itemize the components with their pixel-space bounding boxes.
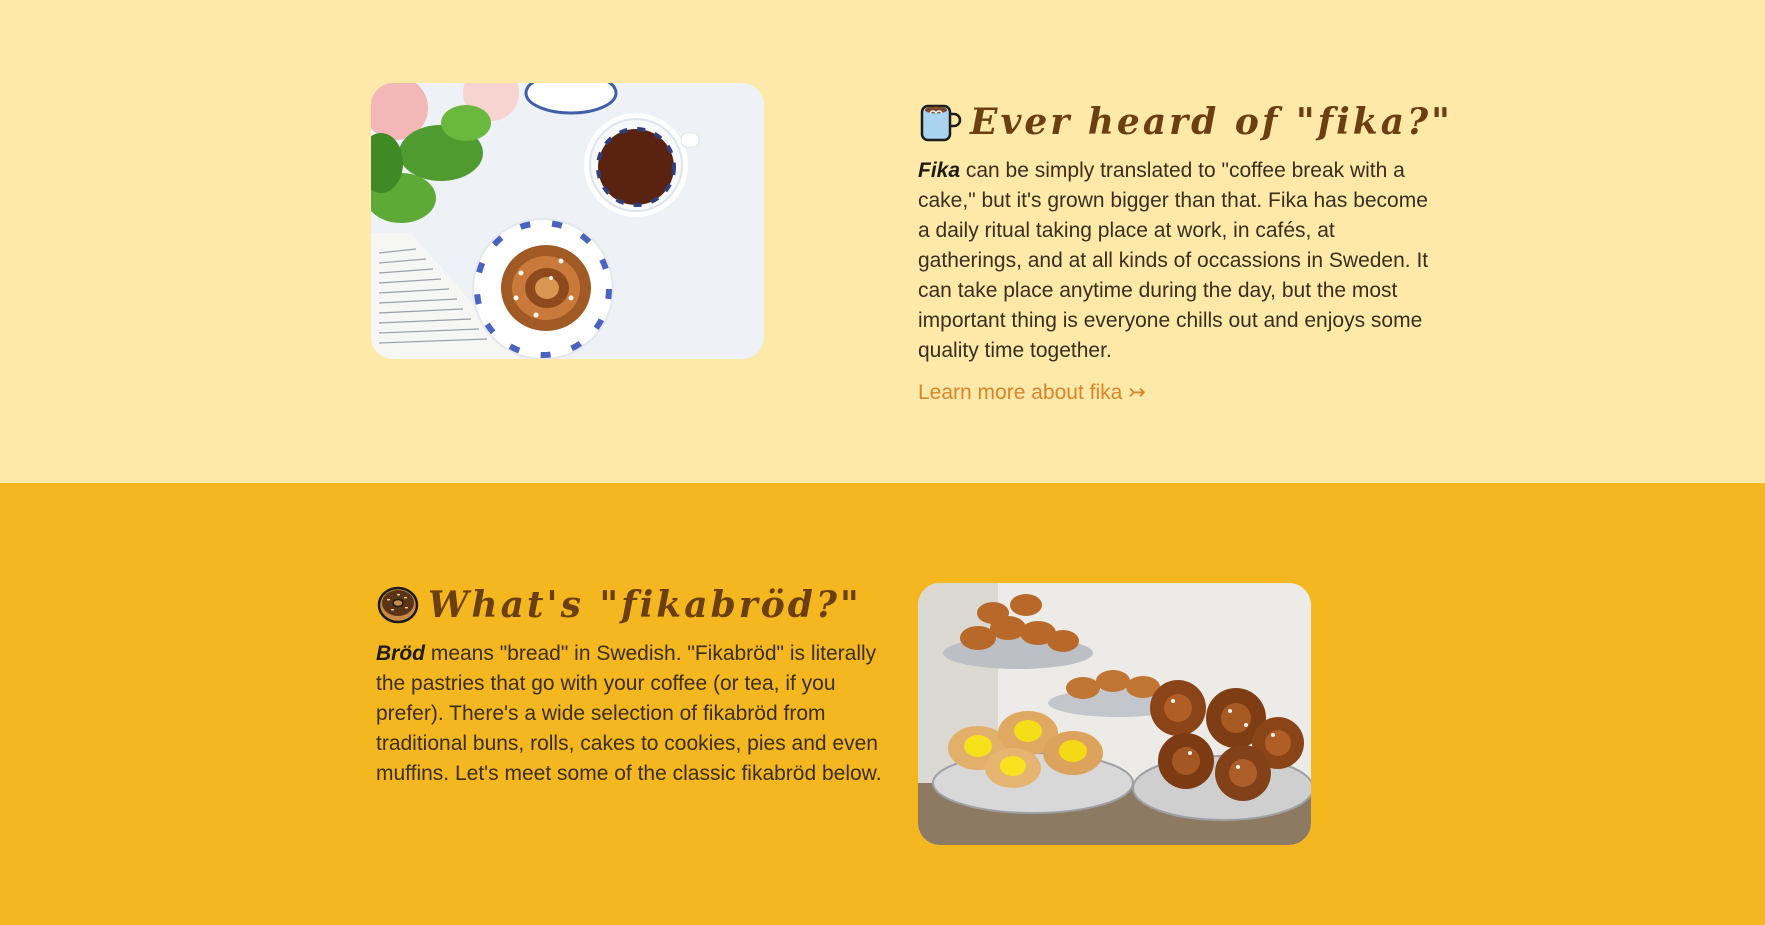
learn-more-fika-link[interactable]: Learn more about fika ↣ — [918, 380, 1146, 405]
fika-description: Fika can be simply translated to "coffee… — [918, 156, 1438, 366]
fikabrod-text-block: What's "fikabröd?" Bröd means "bread" in… — [376, 583, 896, 789]
fikabrod-title: What's "fikabröd?" — [428, 584, 862, 626]
fika-body: can be simply translated to "coffee brea… — [918, 159, 1429, 362]
fikabrod-body: means "bread" in Swedish. "Fikabröd" is … — [376, 642, 882, 785]
fikabrod-lead-word: Bröd — [376, 642, 425, 665]
fika-section: Ever heard of "fika?" Fika can be simply… — [0, 0, 1765, 483]
coffee-mug-icon — [920, 104, 962, 142]
fika-title: Ever heard of "fika?" — [970, 101, 1453, 143]
fika-lead-word: Fika — [918, 159, 961, 182]
fikabrod-description: Bröd means "bread" in Swedish. "Fikabröd… — [376, 639, 896, 789]
donut-icon — [377, 586, 419, 624]
fikabrod-heading: What's "fikabröd?" — [376, 583, 896, 627]
fikabrod-section: What's "fikabröd?" Bröd means "bread" in… — [0, 483, 1765, 925]
fika-heading: Ever heard of "fika?" — [918, 100, 1450, 144]
fika-text-block: Ever heard of "fika?" Fika can be simply… — [918, 100, 1450, 405]
pastry-display-photo — [918, 583, 1311, 845]
cinnamon-bun-and-tea-photo — [371, 83, 764, 359]
